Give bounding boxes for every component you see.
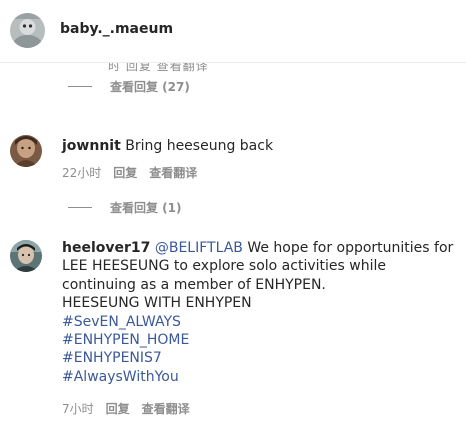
reply-button[interactable]: 回复 [113,164,137,181]
timestamp: 22小时 [62,166,102,180]
comment-message-line: HEESEUNG WITH ENHYPEN [62,295,252,312]
replies-divider-line [68,206,92,208]
comment-first-paragraph: heelover17 @BELIFTLAB We hope for opport… [62,239,458,294]
timestamp: 7小时 [62,402,94,416]
hashtag-link[interactable]: #SevEN_ALWAYS [62,313,458,331]
reply-button[interactable]: 回复 [106,400,130,417]
comment-meta: 22小时 回复 查看翻译 [62,164,197,181]
mention-link[interactable]: @BELIFTLAB [155,240,243,256]
comment-text: heelover17 @BELIFTLAB We hope for opport… [62,239,458,386]
view-replies-label: 查看回复 (27) [110,79,190,94]
replies-divider-line [68,85,92,87]
avatar[interactable] [10,240,42,272]
username[interactable]: heelover17 [62,240,150,256]
comment-meta: 7小时 回复 查看翻译 [62,400,190,417]
profile-photo-icon [10,240,42,272]
comment-header: baby._.maeum [0,0,466,63]
username[interactable]: jownnit [62,138,121,154]
profile-photo-icon [10,135,42,167]
view-replies-button[interactable]: 查看回复 (27) [68,78,190,94]
comment-text: jownnit Bring heeseung back [62,137,458,155]
hashtag-link[interactable]: #ENHYPEN_HOME [62,331,458,349]
view-replies-label: 查看回复 (1) [110,200,182,215]
translate-button[interactable]: 查看翻译 [149,164,197,181]
username[interactable]: baby._.maeum [60,21,173,37]
view-replies-button[interactable]: 查看回复 (1) [68,199,182,215]
comment-message: Bring heeseung back [125,138,274,154]
avatar[interactable] [10,135,42,167]
profile-photo-icon [10,13,45,48]
hashtag-link[interactable]: #AlwaysWithYou [62,368,458,386]
translate-button[interactable]: 查看翻译 [142,400,190,417]
hashtag-link[interactable]: #ENHYPENIS7 [62,349,458,367]
avatar[interactable] [10,13,45,48]
